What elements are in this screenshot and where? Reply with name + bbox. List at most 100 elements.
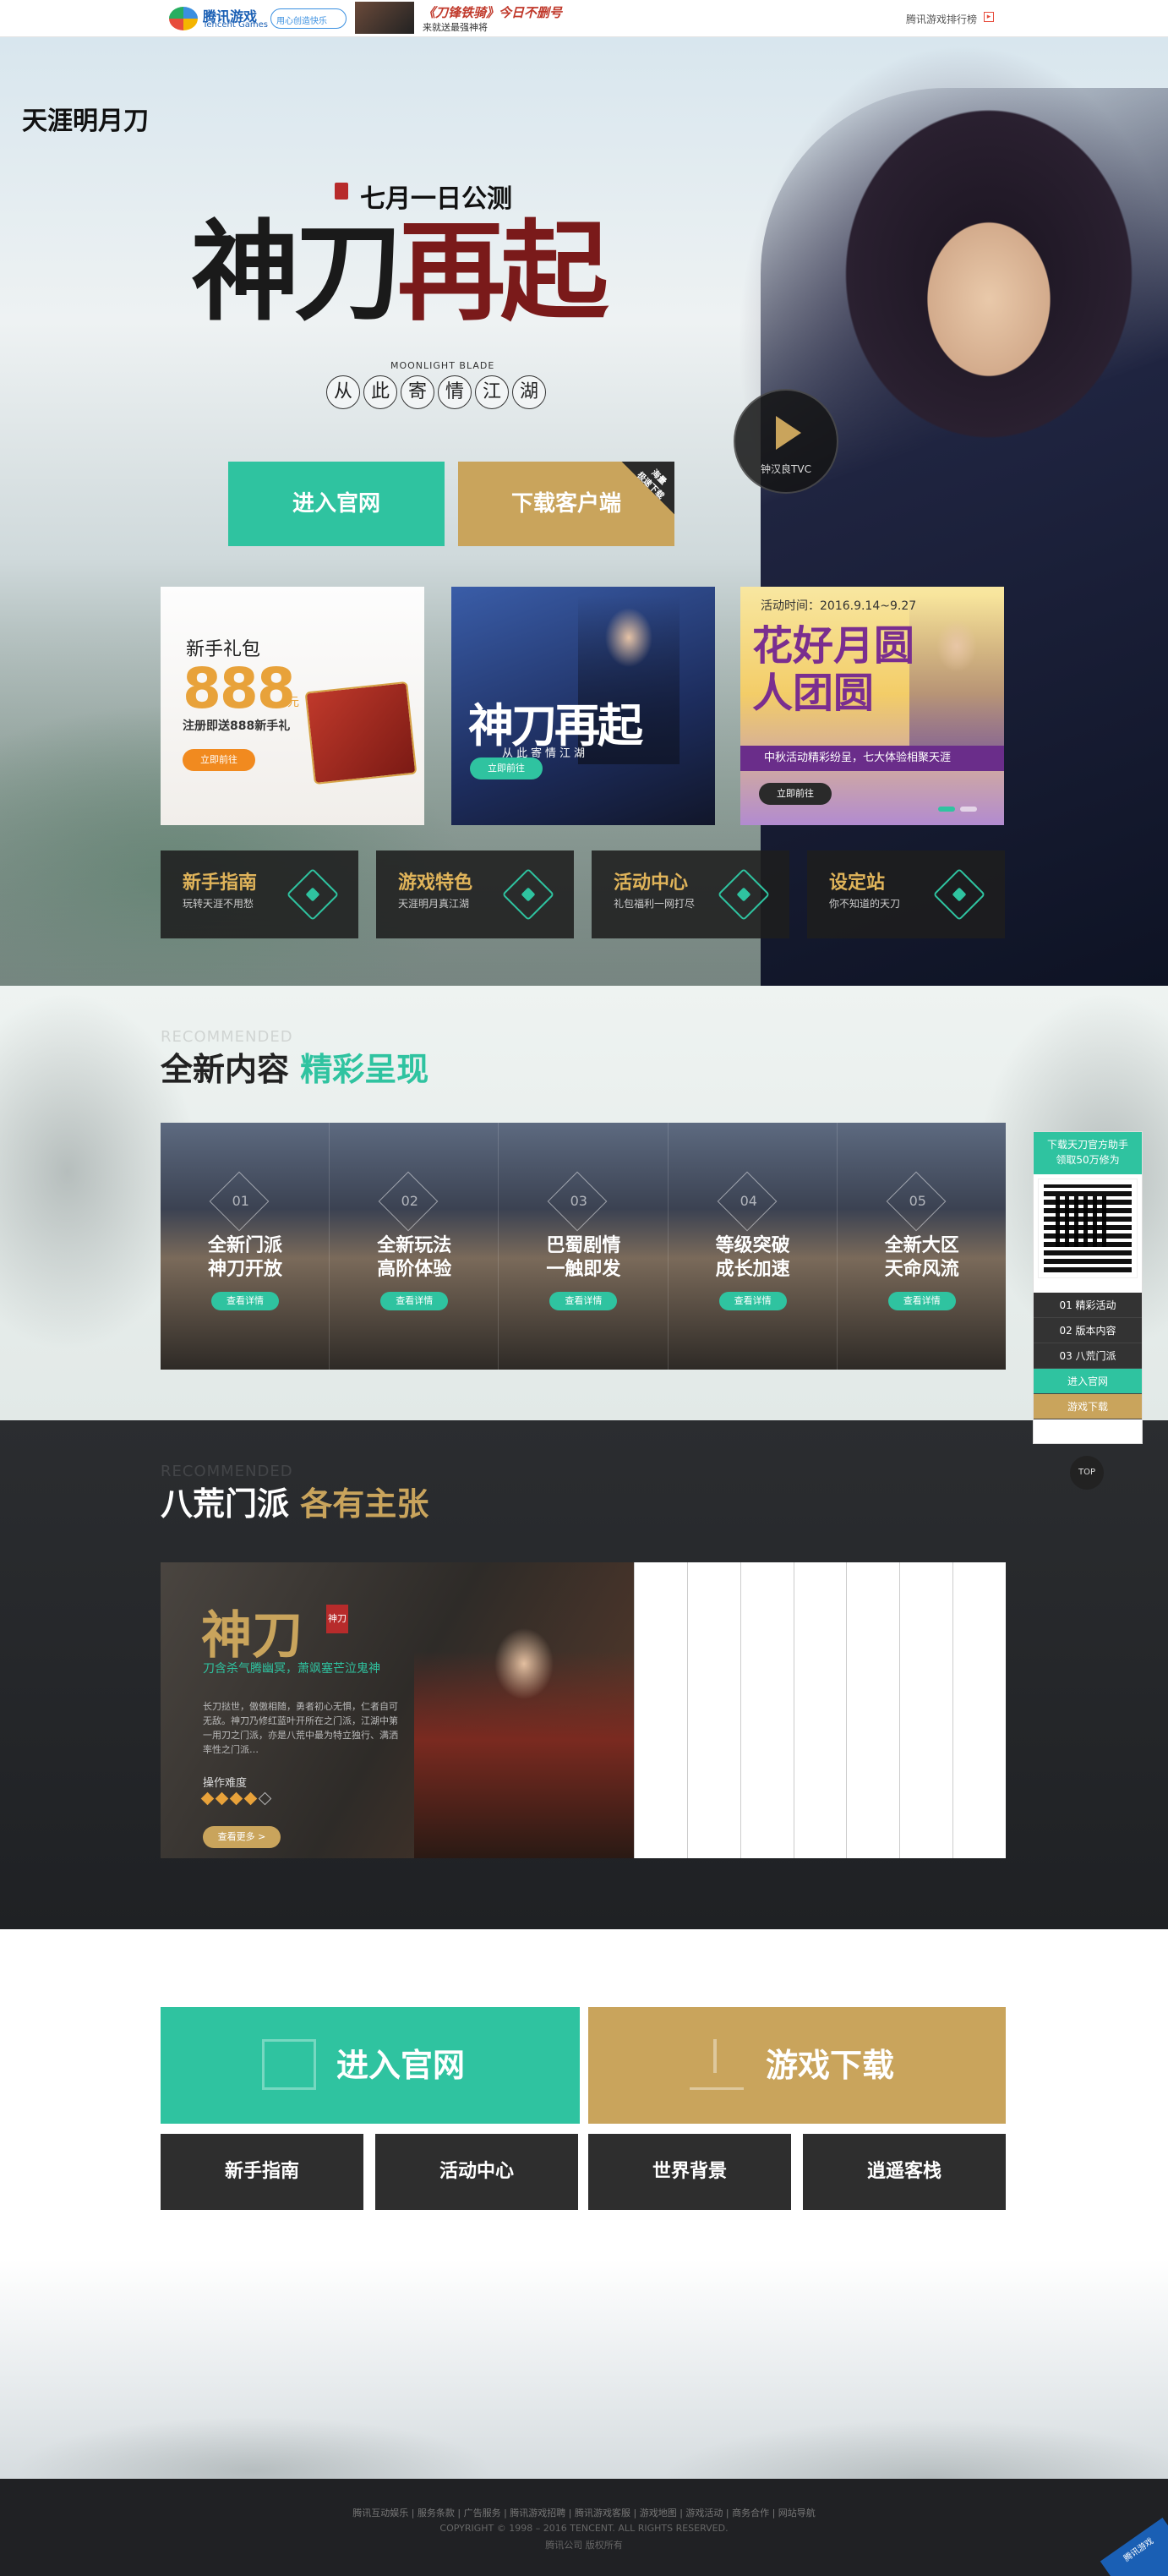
side-enter-button[interactable]: 进入官网	[1034, 1369, 1142, 1394]
footer-copyright: COPYRIGHT © 1998 – 2016 TENCENT. ALL RIG…	[439, 2523, 729, 2534]
big-download-label: 游戏下载	[766, 2047, 895, 2084]
content-item[interactable]: 02 全新玩法 高阶体验 查看详情	[330, 1123, 499, 1370]
gift-box-icon	[304, 681, 418, 785]
item-title: 巴蜀剧情 一触即发	[546, 1235, 621, 1280]
side-float-panel: 下载天刀官方助手 领取50万修为 01 精彩活动 02 版本内容 03 八荒门派…	[1033, 1131, 1143, 1444]
item-detail-button[interactable]: 查看详情	[718, 1292, 787, 1310]
subtitle-char: 此	[363, 375, 397, 409]
rank-icon[interactable]: ▸	[984, 12, 994, 22]
top-promo-subtitle[interactable]: 来就送最强神将	[423, 20, 488, 34]
difficulty-diamond-empty	[258, 1791, 272, 1806]
faction-tagline: 刀含杀气腾幽冥，萧飒塞芒泣鬼神	[203, 1662, 380, 1676]
item-detail-button[interactable]: 查看详情	[380, 1292, 449, 1310]
faction-tab[interactable]	[952, 1562, 1006, 1858]
faction-character-art	[414, 1562, 634, 1858]
qr-code	[1038, 1179, 1138, 1278]
content-item[interactable]: 05 全新大区 天命风流 查看详情	[838, 1123, 1006, 1370]
carousel-dots	[938, 807, 977, 812]
factions-section: RECOMMENDED 八荒门派 各有主张 神刀 神刀 刀含杀气腾幽冥，萧飒塞芒…	[0, 1420, 1168, 1929]
side-download-button[interactable]: 游戏下载	[1034, 1394, 1142, 1419]
item-detail-button[interactable]: 查看详情	[549, 1292, 618, 1310]
carousel-dot[interactable]	[960, 807, 977, 812]
faction-tab[interactable]	[634, 1562, 687, 1858]
sword-icon	[286, 867, 340, 922]
gift-pack-card[interactable]: 新手礼包 888 元 注册即送888新手礼 立即前往	[161, 587, 424, 825]
item-number-badge: 01	[209, 1171, 270, 1232]
side-link-factions[interactable]: 03 八荒门派	[1034, 1343, 1142, 1369]
item-title: 等级突破 成长加速	[715, 1235, 790, 1280]
faction-panel: 神刀 神刀 刀含杀气腾幽冥，萧飒塞芒泣鬼神 长刀挞世，傲傲相随，勇者初心无惧，仁…	[161, 1562, 1006, 1858]
item-title: 全新门派 神刀开放	[207, 1235, 282, 1280]
nav-tile-title: 新手指南	[183, 872, 258, 894]
hero-calligraphy: 神刀再起	[191, 218, 609, 326]
faction-tab[interactable]	[740, 1562, 794, 1858]
event-character-art	[909, 595, 1004, 747]
brand-en: Tencent Games	[203, 20, 268, 30]
item-detail-button[interactable]: 查看详情	[887, 1292, 956, 1310]
faction-tabs	[634, 1562, 1006, 1858]
faction-tab[interactable]	[686, 1562, 740, 1858]
assistant-title: 下载天刀官方助手	[1046, 1139, 1128, 1151]
calligraphy-part-2: 再起	[397, 209, 609, 336]
gift-pack-desc: 注册即送888新手礼	[183, 719, 291, 733]
big-enter-button[interactable]: 进入官网	[161, 2007, 580, 2124]
difficulty-diamond-filled	[229, 1791, 243, 1806]
section-title-a: 八荒门派	[161, 1485, 290, 1523]
game-logo[interactable]: 天涯明月刀	[22, 100, 149, 137]
poster-card[interactable]: 神刀再起 从此寄情江湖 立即前往	[451, 587, 715, 825]
top-promo-thumbnail[interactable]	[355, 2, 414, 34]
tencent-games-icon	[169, 7, 198, 30]
assistant-download-header[interactable]: 下载天刀官方助手 领取50万修为	[1034, 1132, 1142, 1174]
difficulty-diamond-filled	[200, 1791, 215, 1806]
subtitle-char: 情	[438, 375, 472, 409]
content-item[interactable]: 04 等级突破 成长加速 查看详情	[669, 1123, 838, 1370]
item-detail-button[interactable]: 查看详情	[211, 1292, 279, 1310]
nav-tile-features[interactable]: 游戏特色 天涯明月真江湖	[376, 850, 574, 938]
carousel-dot[interactable]	[938, 807, 955, 812]
side-link-activities[interactable]: 01 精彩活动	[1034, 1293, 1142, 1318]
bottom-guide-button[interactable]: 新手指南	[161, 2134, 363, 2210]
bottom-inn-button[interactable]: 逍遥客栈	[803, 2134, 1006, 2210]
nav-tile-settings[interactable]: 设定站 你不知道的天刀	[807, 850, 1005, 938]
bottom-world-button[interactable]: 世界背景	[588, 2134, 791, 2210]
faction-tab[interactable]	[793, 1562, 847, 1858]
tencent-games-logo[interactable]: 腾讯游戏 Tencent Games 用心创造快乐	[169, 3, 347, 34]
big-download-button[interactable]: 游戏下载	[588, 2007, 1006, 2124]
seal-icon	[335, 183, 348, 200]
content-item[interactable]: 03 巴蜀剧情 一触即发 查看详情	[499, 1123, 669, 1370]
item-title: 全新大区 天命风流	[884, 1235, 959, 1280]
brand-slogan: 用心创造快乐	[270, 8, 347, 29]
ink-landscape	[0, 2301, 1168, 2479]
home-icon	[262, 2039, 316, 2090]
gift-pack-unit: 元	[287, 696, 299, 709]
gift-pack-go-button[interactable]: 立即前往	[183, 749, 255, 771]
subtitle-char: 湖	[512, 375, 546, 409]
bottom-activity-button[interactable]: 活动中心	[375, 2134, 578, 2210]
subtitle-char: 寄	[401, 375, 434, 409]
faction-tab[interactable]	[899, 1562, 953, 1858]
tvc-video-button[interactable]: 钟汉良TVC	[734, 389, 838, 494]
faction-name: 神刀	[201, 1606, 303, 1665]
content-strip: 01 全新门派 神刀开放 查看详情 02 全新玩法 高阶体验 查看详情 03 巴蜀剧…	[161, 1123, 1006, 1370]
top-promo-title[interactable]: 《刀锋铁骑》今日不删号	[423, 3, 562, 21]
faction-tab[interactable]	[846, 1562, 900, 1858]
event-card[interactable]: 活动时间：2016.9.14~9.27 花好月圆人团圆 中秋活动精彩纷呈，七大体…	[740, 587, 1004, 825]
download-client-button[interactable]: 下载客户端 海量 极速下载	[458, 462, 674, 546]
event-go-button[interactable]: 立即前往	[759, 783, 832, 805]
back-to-top-button[interactable]: TOP	[1070, 1456, 1104, 1490]
faction-stamp: 神刀	[326, 1605, 348, 1633]
footer-links[interactable]: 腾讯互动娱乐 | 服务条款 | 广告服务 | 腾讯游戏招聘 | 腾讯游戏客服 |…	[0, 2506, 1168, 2519]
cloud-icon	[932, 867, 986, 922]
nav-tile-activity[interactable]: 活动中心 礼包福利一网打尽	[592, 850, 789, 938]
nav-tile-guide[interactable]: 新手指南 玩转天涯不用愁	[161, 850, 358, 938]
new-content-section: RECOMMENDED 全新内容 精彩呈现 01 全新门派 神刀开放 查看详情 0…	[0, 986, 1168, 1420]
enter-site-button[interactable]: 进入官网	[228, 462, 445, 546]
faction-more-button[interactable]: 查看更多 >	[203, 1826, 281, 1848]
item-number-badge: 03	[548, 1171, 608, 1232]
poster-go-button[interactable]: 立即前往	[470, 757, 543, 779]
bottom-links-section: 进入官网 游戏下载 新手指南 活动中心 世界背景 逍遥客栈	[0, 1929, 1168, 2479]
section-title-b: 精彩呈现	[300, 1051, 429, 1088]
side-link-version[interactable]: 02 版本内容	[1034, 1318, 1142, 1343]
rank-link[interactable]: 腾讯游戏排行榜	[906, 12, 977, 26]
content-item[interactable]: 01 全新门派 神刀开放 查看详情	[161, 1123, 330, 1370]
